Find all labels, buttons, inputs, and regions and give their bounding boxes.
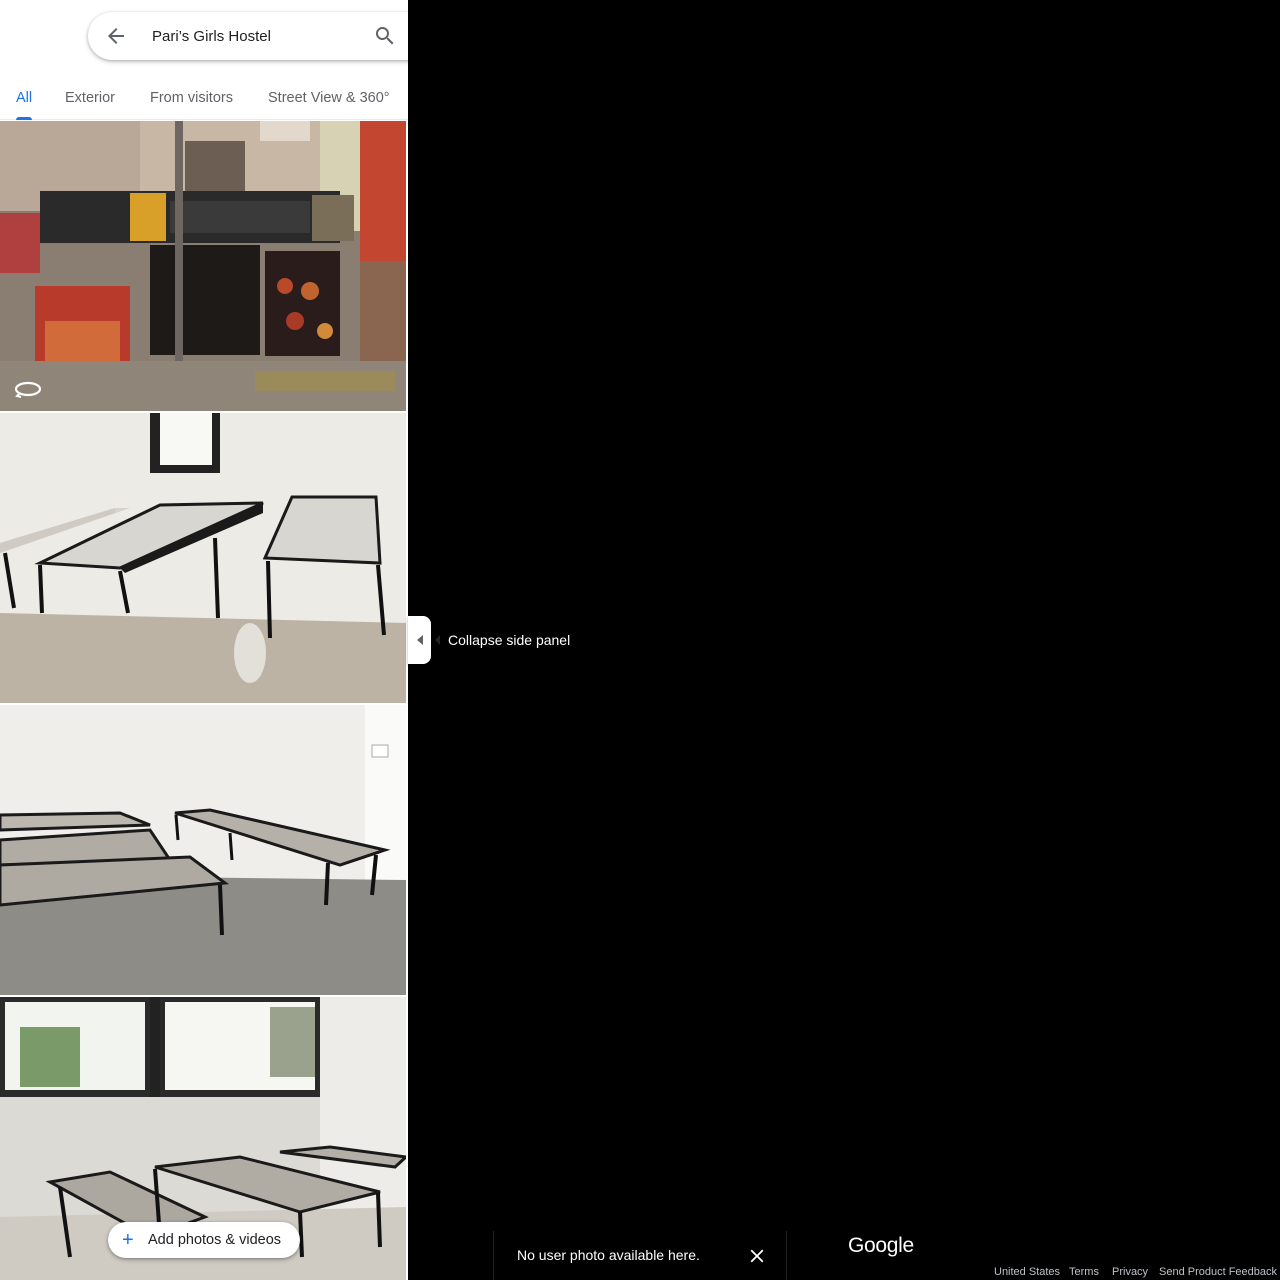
- search-input[interactable]: [152, 24, 352, 48]
- tab-exterior[interactable]: Exterior: [65, 76, 115, 120]
- back-button[interactable]: [92, 12, 140, 60]
- no-photo-snackbar: No user photo available here.: [493, 1231, 787, 1280]
- photo-grid: [0, 121, 406, 1280]
- footer-privacy-link[interactable]: Privacy: [1112, 1266, 1148, 1278]
- tab-street-view-360[interactable]: Street View & 360°: [268, 76, 390, 120]
- collapse-tooltip: Collapse side panel: [434, 627, 579, 653]
- plus-icon: +: [122, 1229, 134, 1251]
- snackbar-message: No user photo available here.: [517, 1247, 700, 1263]
- photo-room-beds-2[interactable]: [0, 705, 406, 995]
- footer-region-link[interactable]: United States: [994, 1266, 1060, 1278]
- footer-feedback-link[interactable]: Send Product Feedback: [1159, 1266, 1277, 1278]
- close-icon[interactable]: [746, 1245, 768, 1267]
- google-logo: Google: [848, 1234, 914, 1257]
- add-photos-button[interactable]: + Add photos & videos: [108, 1222, 300, 1258]
- photo-category-tabs: All Exterior From visitors Street View &…: [0, 76, 408, 120]
- room-image: [0, 705, 406, 995]
- search-button[interactable]: [361, 12, 408, 60]
- search-bar: [88, 12, 408, 60]
- arrow-back-icon: [108, 28, 124, 44]
- room-image: [0, 413, 406, 703]
- tab-from-visitors[interactable]: From visitors: [150, 76, 233, 120]
- photo-room-beds-1[interactable]: [0, 413, 406, 703]
- maps-photo-viewer: All Exterior From visitors Street View &…: [0, 0, 1280, 1280]
- side-panel: All Exterior From visitors Street View &…: [0, 0, 408, 1280]
- collapse-side-panel-button[interactable]: [408, 616, 431, 664]
- caret-left-icon: [416, 635, 423, 645]
- photo-storefront[interactable]: [0, 121, 406, 411]
- add-photos-label: Add photos & videos: [148, 1232, 282, 1248]
- tab-all[interactable]: All: [16, 76, 33, 120]
- street-view-360-icon: [14, 381, 42, 398]
- storefront-image: [0, 121, 406, 411]
- footer-terms-link[interactable]: Terms: [1069, 1266, 1099, 1278]
- search-icon: [376, 27, 394, 45]
